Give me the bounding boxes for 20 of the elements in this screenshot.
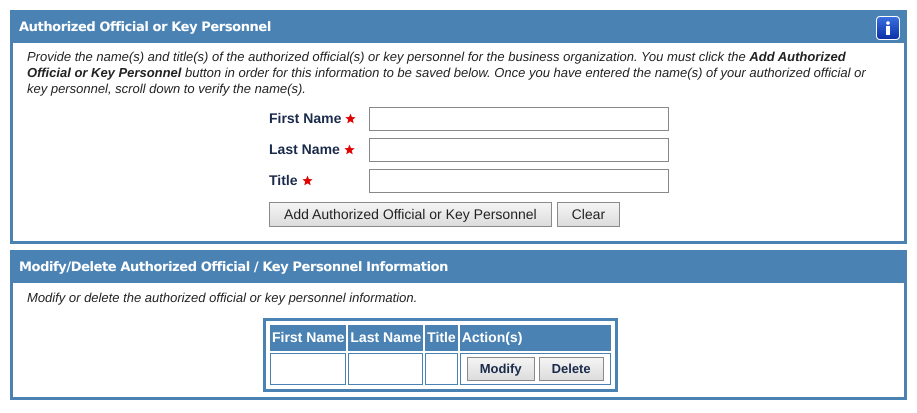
instructions-text: Modify or delete the authorized official or key personnel information.	[27, 289, 418, 307]
info-icon[interactable]	[876, 16, 900, 40]
add-button[interactable]: Add Authorized Official or Key Personnel	[269, 202, 552, 227]
modify-button[interactable]: Modify	[466, 356, 535, 380]
section-title: Modify/Delete Authorized Official / Key Personnel Information	[19, 259, 448, 278]
field-label: Last Name	[269, 140, 340, 159]
text-input[interactable]	[369, 169, 669, 193]
delete-button[interactable]: Delete	[538, 356, 604, 380]
column-header: Action(s)	[460, 324, 611, 350]
clear-button[interactable]: Clear	[556, 202, 620, 227]
column-header: Title	[425, 324, 458, 350]
instructions-text: Provide the name(s) and title(s) of the authorized official(s) or key personnel for the business organization. You must click the Add Authorized Official or Key Personnel button in order for this information to be saved below. Once you have entered the name(s) of your authorized official or key personnel, scroll down to verify the name(s).	[27, 49, 867, 97]
field-label: First Name	[269, 109, 342, 128]
column-header: First Name	[270, 324, 346, 350]
section-title: Authorized Official or Key Personnel	[19, 19, 271, 38]
field-label: Title	[269, 171, 298, 190]
table-cell	[425, 352, 458, 384]
column-header: Last Name	[348, 324, 424, 350]
text-input[interactable]	[369, 138, 669, 162]
text-input[interactable]	[369, 107, 669, 131]
